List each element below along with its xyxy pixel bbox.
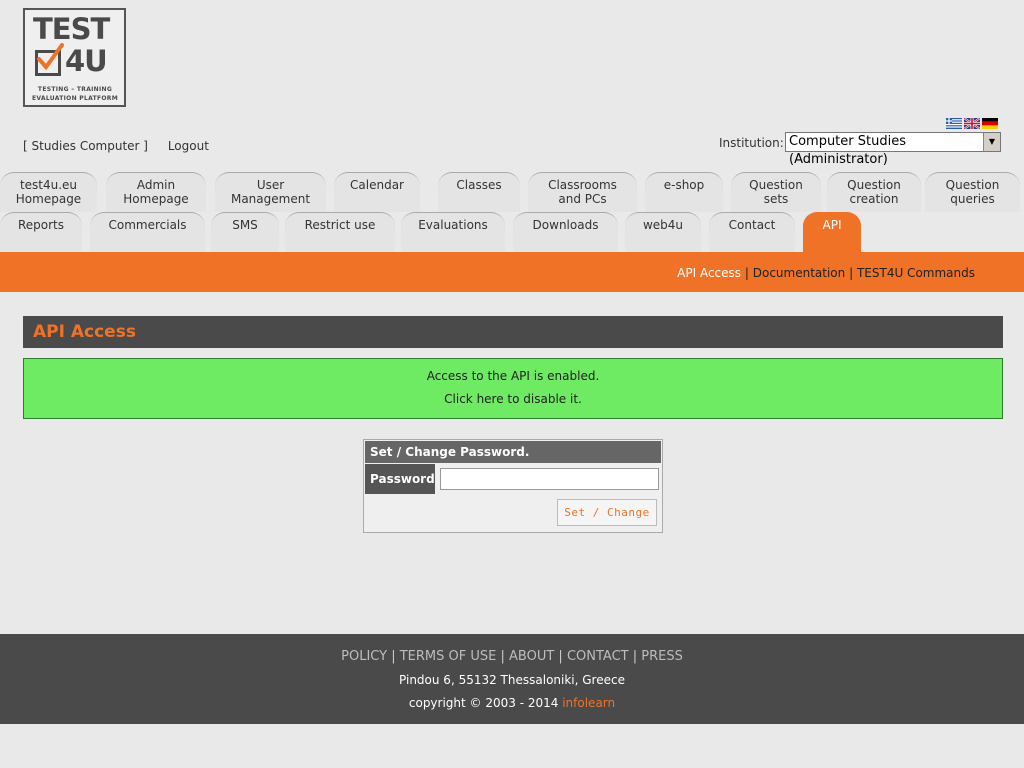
tab-sms[interactable]: SMS [211, 212, 279, 252]
tab-commercials[interactable]: Commercials [90, 212, 205, 252]
tab-downloads[interactable]: Downloads [513, 212, 618, 252]
institution-label: Institution: [719, 136, 784, 150]
tab-question-queries[interactable]: Question queries [925, 172, 1020, 212]
password-label: Password [365, 464, 435, 494]
footer-copyright: copyright © 2003 - 2014 infolearn [0, 696, 1024, 710]
sub-nav-bar: API Access | Documentation | TEST4U Comm… [0, 252, 1024, 292]
tab-reports[interactable]: Reports [0, 212, 82, 252]
tab-evaluations[interactable]: Evaluations [401, 212, 505, 252]
footer-link-contact[interactable]: CONTACT [567, 649, 629, 664]
api-status-text: Access to the API is enabled. [426, 369, 600, 383]
tab-e-shop[interactable]: e-shop [645, 172, 723, 212]
tab-user-management[interactable]: User Management [215, 172, 326, 212]
logo-subtitle-2: EVALUATION PLATFORM [32, 95, 118, 102]
german-flag-icon[interactable] [982, 118, 998, 129]
tab-test4u-eu-homepage[interactable]: test4u.eu Homepage [0, 172, 97, 212]
set-change-button[interactable]: Set / Change [557, 499, 657, 526]
tab-web4u[interactable]: web4u [625, 212, 701, 252]
tab-restrict-use[interactable]: Restrict use [285, 212, 395, 252]
footer-separator: | [387, 649, 400, 664]
test4u-logo[interactable]: TEST 4U TESTING – TRAINING EVALUATION PL… [23, 8, 126, 107]
page-title: API Access [23, 316, 1003, 348]
copyright-text: copyright © 2003 - 2014 [408, 696, 563, 710]
uk-flag-icon[interactable] [964, 118, 980, 129]
current-user[interactable]: [ Studies Computer ] [23, 139, 148, 153]
footer-link-about[interactable]: ABOUT [509, 649, 554, 664]
institution-select[interactable]: Computer Studies (Administrator) ▼ [785, 132, 1001, 167]
tab-question-creation[interactable]: Question creation [827, 172, 921, 212]
footer-separator: | [496, 649, 510, 664]
logo-text-test: TEST [33, 12, 110, 46]
tab-calendar[interactable]: Calendar [334, 172, 420, 212]
password-input[interactable] [440, 468, 659, 490]
footer-link-terms-of-use[interactable]: TERMS OF USE [400, 649, 497, 664]
tab-classes[interactable]: Classes [438, 172, 520, 212]
tab-contact[interactable]: Contact [709, 212, 795, 252]
footer-address: Pindou 6, 55132 Thessaloniki, Greece [399, 673, 625, 687]
footer-link-policy[interactable]: POLICY [341, 649, 387, 664]
tab-question-sets[interactable]: Question sets [731, 172, 821, 212]
chevron-down-icon[interactable]: ▼ [983, 133, 1000, 151]
logout-link[interactable]: Logout [168, 139, 209, 153]
tab-api[interactable]: API [803, 212, 861, 252]
api-status-notice: Access to the API is enabled. Click here… [23, 358, 1003, 419]
disable-api-link[interactable]: Click here to disable it. [24, 392, 1002, 406]
footer-separator: | [554, 649, 567, 664]
tab-admin-homepage[interactable]: Admin Homepage [106, 172, 206, 212]
infolearn-link[interactable]: infolearn [562, 696, 615, 710]
institution-value: Computer Studies (Administrator) [789, 134, 906, 167]
logo-checkbox-icon [35, 43, 64, 76]
tab-classrooms-and-pcs[interactable]: Classrooms and PCs [528, 172, 637, 212]
user-bar: [ Studies Computer ] Logout [23, 139, 215, 153]
footer-link-press[interactable]: PRESS [641, 649, 683, 664]
subnav-documentation[interactable]: Documentation [753, 266, 846, 280]
password-form: Set / Change Password. Password Set / Ch… [363, 439, 663, 533]
subnav-separator: | [744, 266, 749, 280]
footer-links: POLICY | TERMS OF USE | ABOUT | CONTACT … [0, 649, 1024, 664]
sub-nav: API Access | Documentation | TEST4U Comm… [677, 266, 975, 280]
subnav-commands[interactable]: TEST4U Commands [857, 266, 975, 280]
greek-flag-icon[interactable] [946, 118, 962, 129]
subnav-separator: | [849, 266, 854, 280]
subnav-api-access[interactable]: API Access [677, 266, 741, 280]
password-form-title: Set / Change Password. [365, 441, 661, 463]
language-flags [946, 118, 998, 129]
footer-separator: | [628, 649, 642, 664]
logo-subtitle-1: TESTING – TRAINING [37, 86, 113, 93]
footer: POLICY | TERMS OF USE | ABOUT | CONTACT … [0, 634, 1024, 724]
logo-text-4u: 4U [65, 44, 108, 78]
